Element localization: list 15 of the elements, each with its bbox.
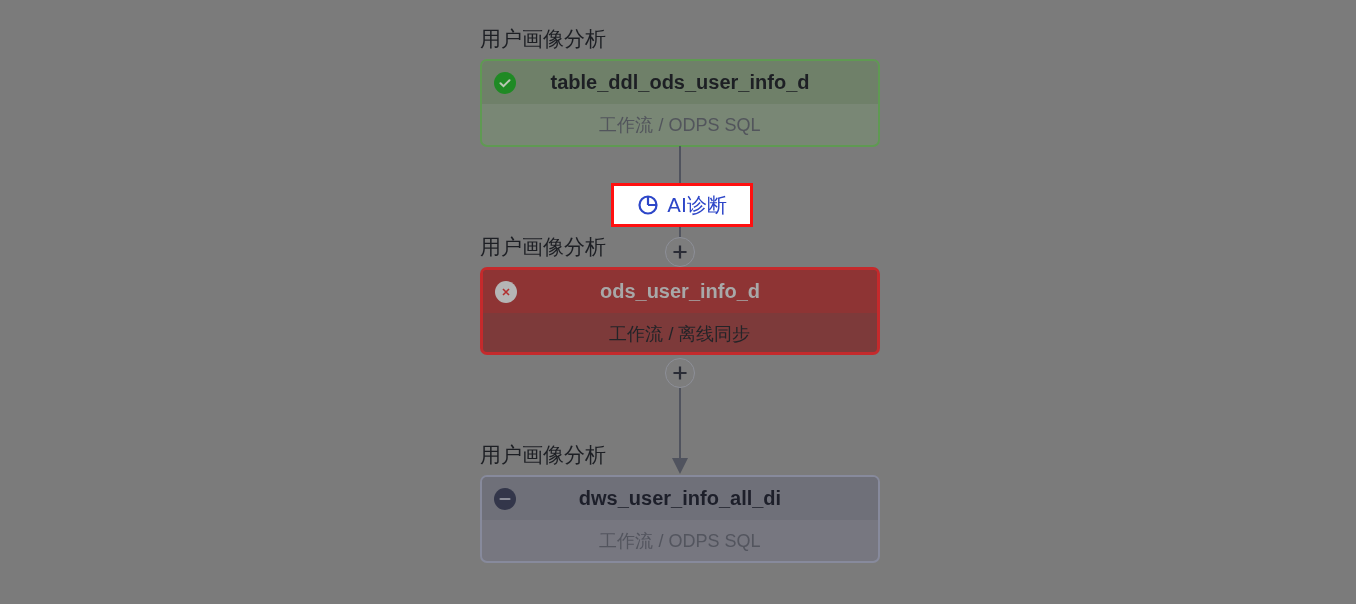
node-title: table_ddl_ods_user_info_d <box>550 71 810 94</box>
group-label: 用户画像分析 <box>480 442 606 469</box>
check-circle-icon <box>494 71 516 94</box>
pie-chart-icon <box>637 194 660 216</box>
close-circle-icon <box>495 280 517 303</box>
ai-diagnose-button[interactable]: AI诊断 <box>611 183 753 227</box>
add-button[interactable] <box>665 237 695 267</box>
add-button[interactable] <box>665 358 695 388</box>
group-label: 用户画像分析 <box>480 234 606 261</box>
task-node[interactable]: ods_user_info_d 工作流 / 离线同步 <box>480 267 880 355</box>
node-subtitle: 工作流 / 离线同步 <box>608 323 752 346</box>
group-label: 用户画像分析 <box>480 26 606 53</box>
node-title: ods_user_info_d <box>599 280 760 303</box>
node-title: dws_user_info_all_di <box>578 487 782 510</box>
minus-circle-icon <box>494 487 516 510</box>
